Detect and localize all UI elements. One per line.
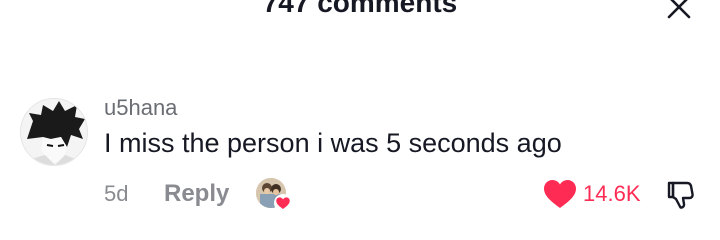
comments-count-title: 747 comments: [262, 0, 458, 18]
avatar[interactable]: [20, 98, 88, 166]
dislike-icon: [667, 181, 694, 209]
dislike-button[interactable]: [666, 180, 694, 210]
comment-item: u5hana I miss the person i was 5 seconds…: [0, 96, 720, 226]
heart-icon: [274, 194, 292, 212]
heart-icon: [544, 180, 576, 208]
comment-username[interactable]: u5hana: [104, 96, 177, 120]
comment-timestamp: 5d: [104, 181, 129, 206]
like-count: 14.6K: [583, 181, 641, 206]
like-button[interactable]: 14.6K: [543, 178, 641, 210]
creator-liked-indicator: [256, 178, 292, 212]
avatar-image: [21, 99, 87, 165]
comment-text: I miss the person i was 5 seconds ago: [104, 128, 562, 158]
comments-panel: 747 comments u5hana I miss the person i: [0, 0, 720, 240]
reply-button[interactable]: Reply: [164, 180, 229, 208]
close-icon: [667, 0, 691, 19]
comment-meta: 5d Reply: [104, 176, 229, 212]
close-button[interactable]: [666, 0, 692, 20]
